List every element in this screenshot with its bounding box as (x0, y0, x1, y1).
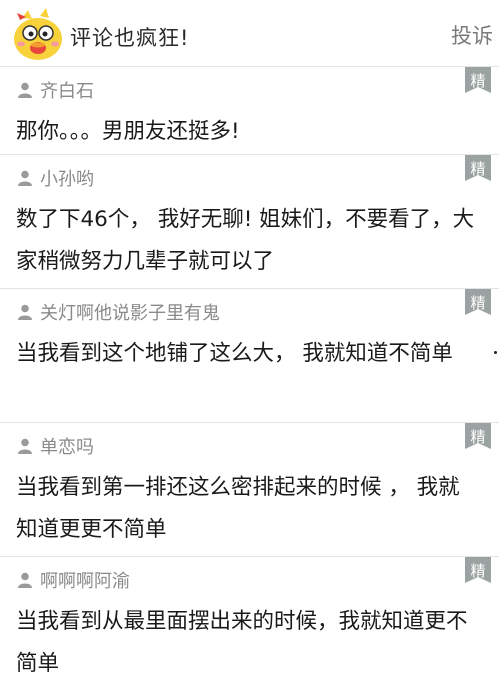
comment-author[interactable]: 啊啊啊阿渝 (16, 568, 130, 592)
comment-author[interactable]: 关灯啊他说影子里有鬼 (16, 300, 220, 324)
user-icon (18, 304, 32, 320)
username: 小孙哟 (40, 169, 94, 190)
mascot-icon (14, 8, 62, 60)
comment-text: 数了下46个， 我好无聊! 姐妹们，不要看了，大家稍微努力几辈子就可以了 (16, 207, 475, 274)
username: 啊啊啊阿渝 (40, 571, 130, 592)
comment-item: 单恋吗 精 当我看到第一排还这么密排起来的时候 ， 我就知道更更不简单 (0, 422, 499, 557)
user-icon (18, 170, 32, 186)
header-bar: 评论也疯狂! 投诉 (0, 0, 499, 66)
comment-text: 当我看到从最里面摆出来的时候，我就知道更不简单 (16, 609, 468, 676)
report-button[interactable]: 投诉 (451, 20, 493, 50)
essence-badge-icon: 精 (465, 423, 491, 449)
comment-item: 小孙哟 精 数了下46个， 我好无聊! 姐妹们，不要看了，大家稍微努力几辈子就可… (0, 154, 499, 289)
page-title: 评论也疯狂! (70, 26, 190, 50)
username: 齐白石 (40, 81, 94, 102)
username: 关灯啊他说影子里有鬼 (40, 303, 220, 324)
essence-badge-icon: 精 (465, 155, 491, 181)
comment-text: 当我看到第一排还这么密排起来的时候 ， 我就知道更更不简单 (16, 475, 460, 542)
essence-badge-icon: 精 (465, 67, 491, 93)
comment-item: 啊啊啊阿渝 精 当我看到从最里面摆出来的时候，我就知道更不简单 (0, 556, 499, 700)
comment-author[interactable]: 齐白石 (16, 78, 94, 102)
user-icon (18, 572, 32, 588)
comment-author[interactable]: 单恋吗 (16, 434, 94, 458)
comment-item: 齐白石 精 那你。。。男朋友还挺多! (0, 66, 499, 155)
comment-item: 关灯啊他说影子里有鬼 精 当我看到这个地铺了这么大， 我就知道不简单 (0, 288, 499, 423)
comment-text: 那你。。。男朋友还挺多! (16, 119, 240, 144)
edge-dot (494, 351, 497, 354)
username: 单恋吗 (40, 437, 94, 458)
user-icon (18, 82, 32, 98)
comment-text: 当我看到这个地铺了这么大， 我就知道不简单 (16, 341, 453, 366)
essence-badge-icon: 精 (465, 557, 491, 583)
essence-badge-icon: 精 (465, 289, 491, 315)
comment-author[interactable]: 小孙哟 (16, 166, 94, 190)
user-icon (18, 438, 32, 454)
